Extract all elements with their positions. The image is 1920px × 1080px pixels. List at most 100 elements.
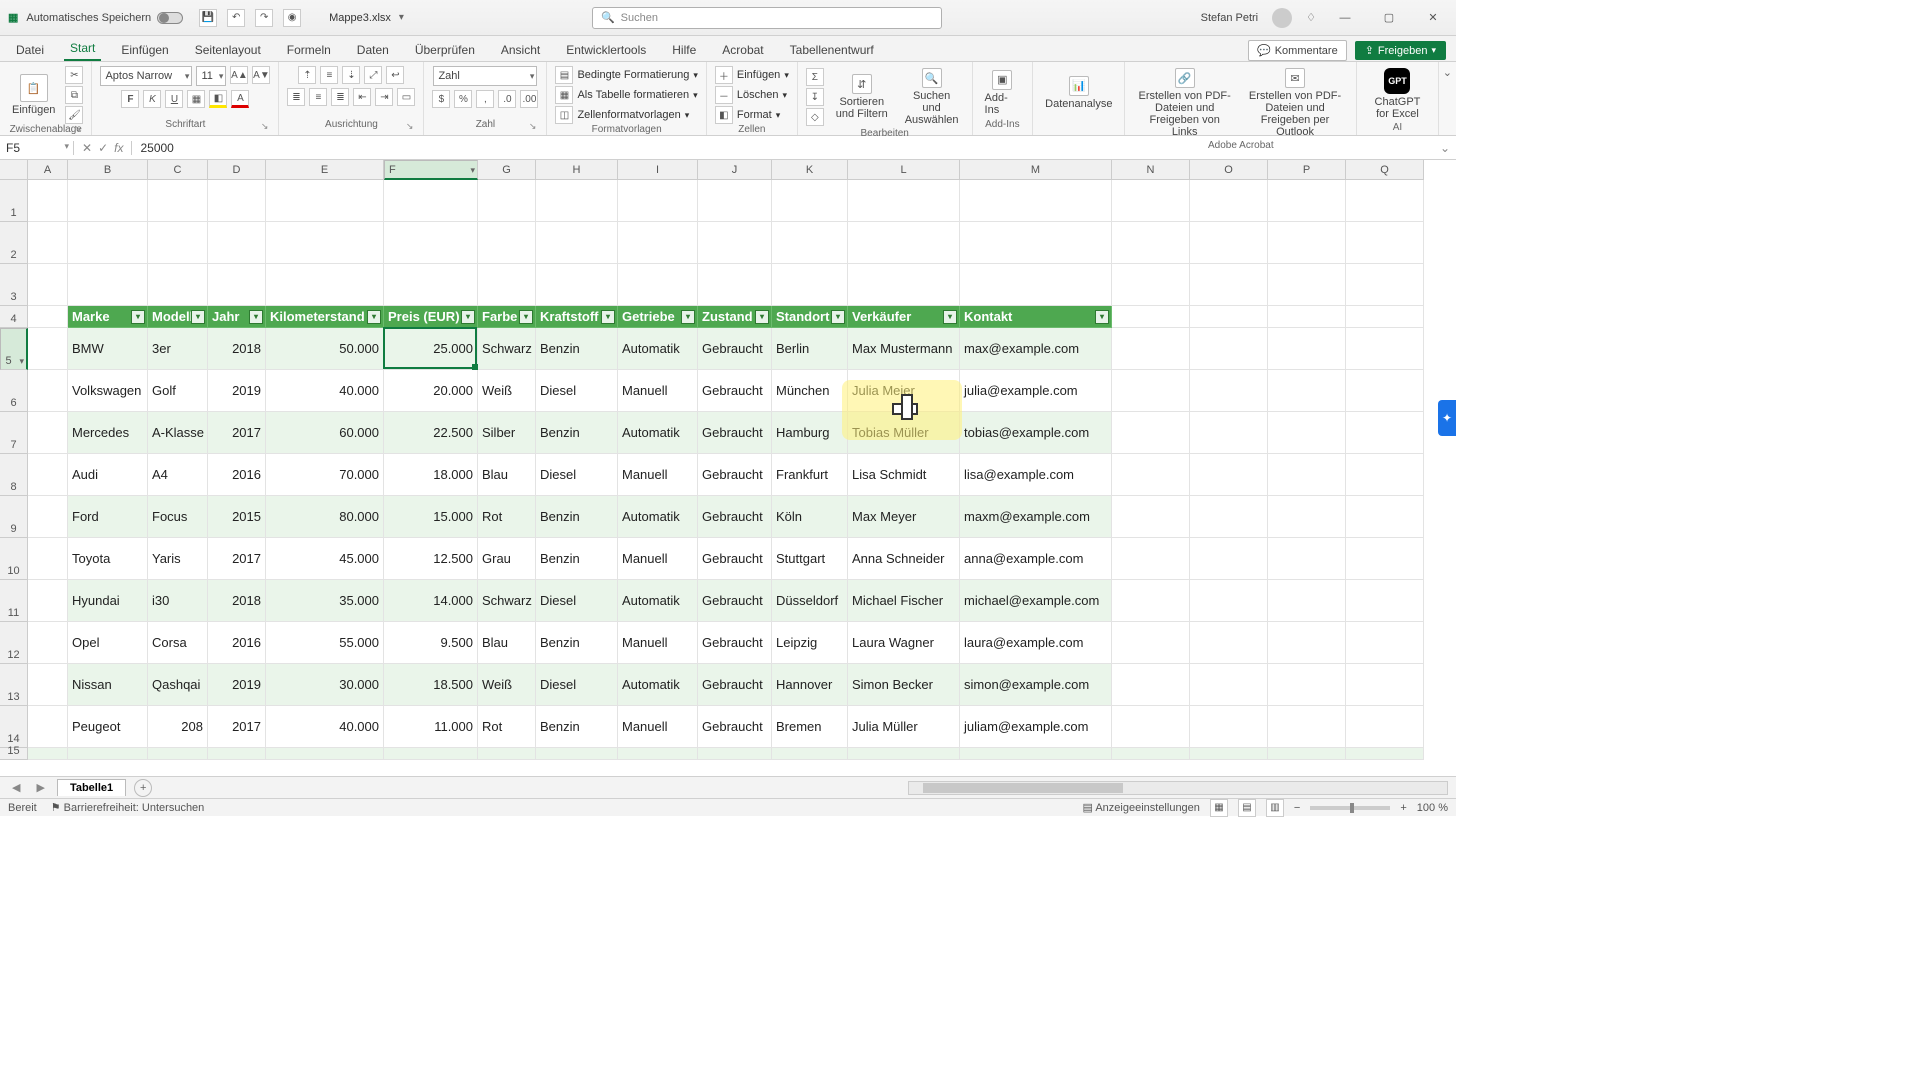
table-header[interactable]: Kilometerstand▾ — [266, 306, 384, 328]
cell[interactable] — [266, 748, 384, 760]
table-cell[interactable]: Hyundai — [68, 580, 148, 622]
addins-button[interactable]: ▣Add-Ins — [981, 68, 1025, 118]
cell[interactable] — [1268, 706, 1346, 748]
row-header[interactable]: 2 — [0, 222, 28, 264]
cell[interactable] — [28, 222, 68, 264]
toggle-icon[interactable] — [157, 12, 183, 24]
cell[interactable] — [772, 222, 848, 264]
table-cell[interactable]: 30.000 — [266, 664, 384, 706]
cell[interactable] — [266, 222, 384, 264]
table-cell[interactable]: Laura Wagner — [848, 622, 960, 664]
table-cell[interactable]: Benzin — [536, 328, 618, 370]
dialog-launcher-icon[interactable]: ↘ — [406, 121, 414, 132]
table-cell[interactable]: juliam@example.com — [960, 706, 1112, 748]
table-cell[interactable]: Gebraucht — [698, 706, 772, 748]
cell[interactable] — [698, 264, 772, 306]
align-bottom-icon[interactable]: ⇣ — [342, 66, 360, 84]
side-panel-badge[interactable]: ✦ — [1438, 400, 1456, 436]
table-cell[interactable]: Nissan — [68, 664, 148, 706]
table-header[interactable]: Verkäufer▾ — [848, 306, 960, 328]
row-header[interactable]: 12 — [0, 622, 28, 664]
table-cell[interactable]: Weiß — [478, 664, 536, 706]
cell[interactable] — [1268, 664, 1346, 706]
currency-icon[interactable]: $ — [432, 90, 450, 108]
table-cell[interactable]: tobias@example.com — [960, 412, 1112, 454]
autosum-icon[interactable]: Σ — [806, 68, 824, 86]
table-cell[interactable]: 9.500 — [384, 622, 478, 664]
chatgpt-button[interactable]: GPTChatGPT for Excel — [1365, 66, 1430, 122]
column-header[interactable]: I — [618, 160, 698, 180]
cell[interactable] — [1112, 370, 1190, 412]
cell[interactable] — [1190, 370, 1268, 412]
table-cell[interactable]: Benzin — [536, 706, 618, 748]
table-cell[interactable]: 80.000 — [266, 496, 384, 538]
filter-dropdown-icon[interactable]: ▾ — [755, 310, 769, 324]
table-cell[interactable]: 2017 — [208, 538, 266, 580]
table-header[interactable]: Getriebe▾ — [618, 306, 698, 328]
inc-decimal-icon[interactable]: .0 — [498, 90, 516, 108]
row-header[interactable]: 7 — [0, 412, 28, 454]
table-cell[interactable]: 3er — [148, 328, 208, 370]
table-cell[interactable]: Gebraucht — [698, 496, 772, 538]
save-icon[interactable]: 💾 — [199, 9, 217, 27]
fill-icon[interactable]: ↧ — [806, 88, 824, 106]
cell[interactable] — [28, 496, 68, 538]
dialog-launcher-icon[interactable]: ↘ — [261, 121, 269, 132]
table-cell[interactable]: 11.000 — [384, 706, 478, 748]
cell[interactable] — [618, 748, 698, 760]
table-cell[interactable]: Manuell — [618, 706, 698, 748]
autosave-toggle[interactable]: Automatisches Speichern — [26, 12, 183, 24]
table-cell[interactable]: Gebraucht — [698, 412, 772, 454]
table-cell[interactable]: Focus — [148, 496, 208, 538]
cell[interactable] — [1268, 328, 1346, 370]
maximize-button[interactable]: ▢ — [1374, 11, 1404, 24]
cell-styles-button[interactable]: ◫Zellenformatvorlagen▾ — [555, 106, 689, 124]
table-cell[interactable]: simon@example.com — [960, 664, 1112, 706]
table-header[interactable]: Jahr▾ — [208, 306, 266, 328]
table-cell[interactable]: 2019 — [208, 370, 266, 412]
table-cell[interactable]: Gebraucht — [698, 328, 772, 370]
cell[interactable] — [1268, 264, 1346, 306]
cell[interactable] — [478, 222, 536, 264]
cell[interactable] — [28, 580, 68, 622]
table-cell[interactable]: Gebraucht — [698, 580, 772, 622]
table-cell[interactable]: 35.000 — [266, 580, 384, 622]
cell[interactable] — [1346, 580, 1424, 622]
conditional-formatting-button[interactable]: ▤Bedingte Formatierung▾ — [555, 66, 697, 84]
table-cell[interactable]: Rot — [478, 496, 536, 538]
filter-dropdown-icon[interactable]: ▾ — [681, 310, 695, 324]
table-cell[interactable]: Manuell — [618, 538, 698, 580]
cell[interactable] — [1346, 748, 1424, 760]
table-cell[interactable]: Diesel — [536, 664, 618, 706]
table-cell[interactable]: Julia Müller — [848, 706, 960, 748]
user-name[interactable]: Stefan Petri — [1201, 12, 1258, 24]
cell[interactable] — [1112, 580, 1190, 622]
filter-dropdown-icon[interactable]: ▾ — [367, 310, 381, 324]
cell[interactable] — [1268, 412, 1346, 454]
row-header[interactable]: 5 — [0, 328, 28, 370]
table-cell[interactable]: Benzin — [536, 538, 618, 580]
zoom-in-icon[interactable]: + — [1400, 802, 1406, 814]
cell[interactable] — [1190, 580, 1268, 622]
table-cell[interactable]: 2019 — [208, 664, 266, 706]
cell[interactable] — [208, 748, 266, 760]
avatar[interactable] — [1272, 8, 1292, 28]
table-cell[interactable]: Bremen — [772, 706, 848, 748]
table-cell[interactable]: Mercedes — [68, 412, 148, 454]
table-cell[interactable]: Anna Schneider — [848, 538, 960, 580]
table-cell[interactable]: anna@example.com — [960, 538, 1112, 580]
table-cell[interactable]: Automatik — [618, 496, 698, 538]
wrap-text-icon[interactable]: ↩ — [386, 66, 404, 84]
row-header[interactable]: 6 — [0, 370, 28, 412]
table-cell[interactable]: Blau — [478, 622, 536, 664]
table-cell[interactable]: Toyota — [68, 538, 148, 580]
ribbon-tab-tabellenentwurf[interactable]: Tabellenentwurf — [784, 39, 880, 61]
table-cell[interactable]: Köln — [772, 496, 848, 538]
cell[interactable] — [1268, 580, 1346, 622]
cell[interactable] — [1190, 664, 1268, 706]
dialog-launcher-icon[interactable]: ↘ — [74, 123, 82, 134]
cell[interactable] — [1346, 412, 1424, 454]
table-cell[interactable]: 2017 — [208, 706, 266, 748]
cell[interactable] — [208, 264, 266, 306]
comments-button[interactable]: 💬Kommentare — [1248, 40, 1347, 61]
